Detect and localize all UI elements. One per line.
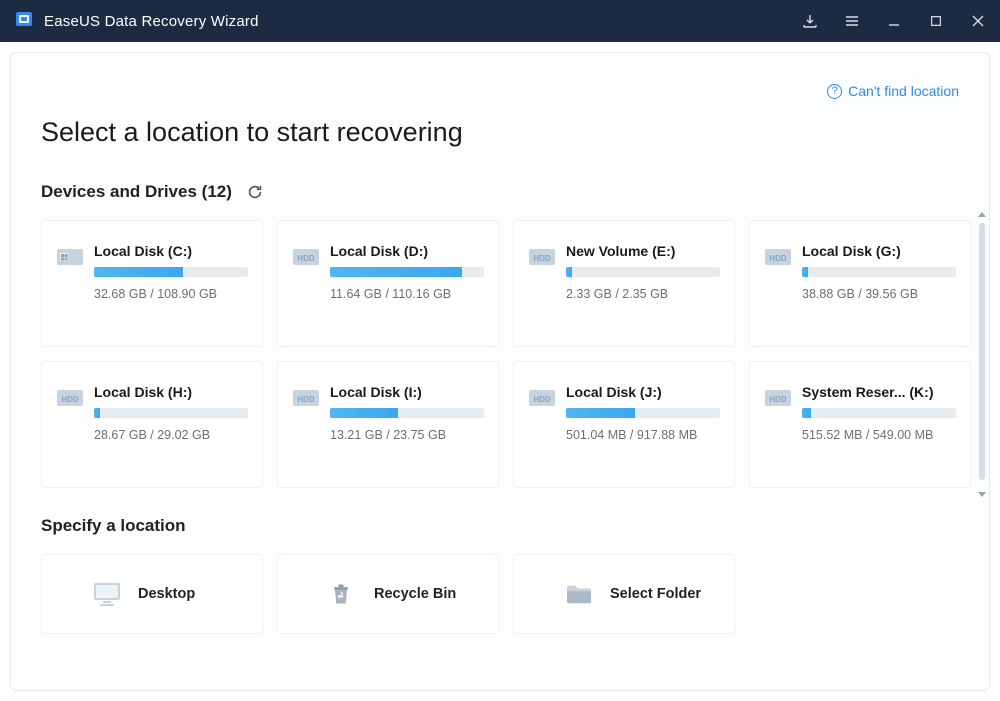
desktop-icon xyxy=(92,581,122,607)
hdd-drive-icon: HDD xyxy=(292,386,320,410)
usage-bar xyxy=(94,267,248,277)
hdd-drive-icon: HDD xyxy=(764,386,792,410)
folder-icon xyxy=(564,581,594,607)
help-link-label: Can't find location xyxy=(848,83,959,99)
hdd-drive-icon: HDD xyxy=(56,386,84,410)
hdd-drive-icon: HDD xyxy=(292,245,320,269)
drive-name: Local Disk (G:) xyxy=(802,243,956,259)
location-label: Desktop xyxy=(138,586,195,602)
drive-stats: 13.21 GB / 23.75 GB xyxy=(330,428,484,442)
drive-stats: 28.67 GB / 29.02 GB xyxy=(94,428,248,442)
recycle-icon xyxy=(328,581,358,607)
scroll-up-icon[interactable] xyxy=(977,207,987,217)
drive-card[interactable]: HDD Local Disk (I:) 13.21 GB / 23.75 GB xyxy=(277,361,499,488)
usage-bar xyxy=(802,267,956,277)
drive-name: Local Disk (J:) xyxy=(566,384,720,400)
drive-name: Local Disk (D:) xyxy=(330,243,484,259)
hdd-drive-icon: HDD xyxy=(528,386,556,410)
titlebar: EaseUS Data Recovery Wizard xyxy=(0,0,1000,42)
drive-stats: 38.88 GB / 39.56 GB xyxy=(802,287,956,301)
section-drives-header: Devices and Drives (12) xyxy=(41,182,959,202)
drive-card[interactable]: Local Disk (C:) 32.68 GB / 108.90 GB xyxy=(41,220,263,347)
usage-bar xyxy=(94,408,248,418)
menu-icon[interactable] xyxy=(844,13,860,29)
hdd-drive-icon: HDD xyxy=(764,245,792,269)
drive-card[interactable]: HDD Local Disk (G:) 38.88 GB / 39.56 GB xyxy=(749,220,971,347)
app-title: EaseUS Data Recovery Wizard xyxy=(44,13,259,30)
usage-bar xyxy=(566,408,720,418)
app-logo-icon xyxy=(14,9,34,34)
svg-text:HDD: HDD xyxy=(297,395,315,404)
section-specify-header: Specify a location xyxy=(41,516,959,536)
drive-card[interactable]: HDD Local Disk (J:) 501.04 MB / 917.88 MB xyxy=(513,361,735,488)
help-link[interactable]: ? Can't find location xyxy=(827,83,959,99)
drives-grid: Local Disk (C:) 32.68 GB / 108.90 GB HDD … xyxy=(41,220,959,488)
scrollbar[interactable] xyxy=(979,223,985,480)
svg-text:HDD: HDD xyxy=(533,395,551,404)
drive-card[interactable]: HDD Local Disk (D:) 11.64 GB / 110.16 GB xyxy=(277,220,499,347)
usage-bar xyxy=(802,408,956,418)
drive-name: New Volume (E:) xyxy=(566,243,720,259)
maximize-icon[interactable] xyxy=(928,13,944,29)
drive-card[interactable]: HDD New Volume (E:) 2.33 GB / 2.35 GB xyxy=(513,220,735,347)
help-icon: ? xyxy=(827,84,842,99)
location-card[interactable]: Select Folder xyxy=(513,554,735,634)
usage-bar xyxy=(330,408,484,418)
minimize-icon[interactable] xyxy=(886,13,902,29)
hdd-drive-icon: HDD xyxy=(528,245,556,269)
main-panel: ? Can't find location Select a location … xyxy=(10,52,990,691)
drive-stats: 515.52 MB / 549.00 MB xyxy=(802,428,956,442)
svg-text:HDD: HDD xyxy=(769,395,787,404)
svg-text:HDD: HDD xyxy=(297,254,315,263)
svg-text:HDD: HDD xyxy=(769,254,787,263)
location-label: Recycle Bin xyxy=(374,586,456,602)
drive-name: Local Disk (H:) xyxy=(94,384,248,400)
page-title: Select a location to start recovering xyxy=(41,117,959,148)
svg-text:HDD: HDD xyxy=(61,395,79,404)
close-icon[interactable] xyxy=(970,13,986,29)
refresh-icon[interactable] xyxy=(246,183,264,201)
usage-bar xyxy=(330,267,484,277)
drive-stats: 11.64 GB / 110.16 GB xyxy=(330,287,484,301)
location-label: Select Folder xyxy=(610,586,701,602)
drive-stats: 501.04 MB / 917.88 MB xyxy=(566,428,720,442)
scroll-down-icon[interactable] xyxy=(977,486,987,496)
drive-stats: 2.33 GB / 2.35 GB xyxy=(566,287,720,301)
drive-name: Local Disk (C:) xyxy=(94,243,248,259)
os-drive-icon xyxy=(56,245,84,269)
svg-text:HDD: HDD xyxy=(533,254,551,263)
location-card[interactable]: Desktop xyxy=(41,554,263,634)
drive-card[interactable]: HDD System Reser... (K:) 515.52 MB / 549.… xyxy=(749,361,971,488)
drive-name: System Reser... (K:) xyxy=(802,384,956,400)
drive-card[interactable]: HDD Local Disk (H:) 28.67 GB / 29.02 GB xyxy=(41,361,263,488)
download-icon[interactable] xyxy=(802,13,818,29)
locations-grid: Desktop Recycle Bin Select Folder xyxy=(41,554,959,634)
usage-bar xyxy=(566,267,720,277)
drive-stats: 32.68 GB / 108.90 GB xyxy=(94,287,248,301)
location-card[interactable]: Recycle Bin xyxy=(277,554,499,634)
drive-name: Local Disk (I:) xyxy=(330,384,484,400)
